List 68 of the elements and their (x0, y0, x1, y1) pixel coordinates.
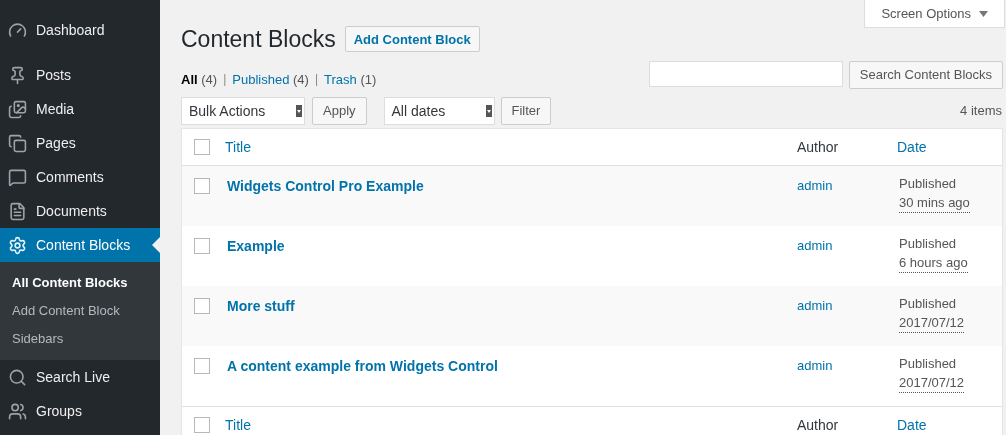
gauge-icon (8, 20, 27, 40)
post-status: Published (899, 355, 958, 373)
menu-item[interactable]: Posts (0, 58, 160, 92)
post-title-link[interactable]: More stuff (227, 296, 797, 317)
checkbox[interactable] (194, 417, 210, 433)
post-status: Published (899, 295, 958, 313)
search-icon (8, 367, 27, 387)
post-status: Published (899, 175, 958, 193)
pointer-icon (152, 237, 160, 253)
column-header[interactable]: Date (897, 414, 927, 435)
post-title-link[interactable]: Widgets Control Pro Example (227, 176, 797, 197)
post-date: 2017/07/12 (899, 374, 965, 393)
menu-item[interactable]: Pages (0, 126, 160, 160)
post-title-link[interactable]: A content example from Widgets Control (227, 356, 797, 377)
post-title-link[interactable]: Example (227, 236, 797, 257)
menu-item[interactable]: Media (0, 92, 160, 126)
pin-icon (8, 65, 27, 85)
submenu-item[interactable]: Add Content Block (0, 297, 160, 325)
author-link[interactable]: admin (797, 236, 899, 256)
checkbox[interactable] (194, 139, 210, 155)
pages-icon (8, 133, 27, 153)
column-header[interactable]: Title (225, 136, 797, 158)
separator: | (223, 71, 227, 89)
caret-icon (485, 105, 492, 117)
view-filter-link[interactable]: Published (4) (232, 69, 309, 89)
speech-bubble-icon (8, 167, 27, 187)
document-icon (8, 201, 27, 221)
menu-item[interactable]: Search Live (0, 360, 160, 394)
add-content-block-button[interactable]: Add Content Block (344, 26, 480, 53)
images-icon (8, 99, 27, 119)
gear-icon (8, 235, 27, 255)
dates-select[interactable]: All dates (383, 97, 495, 125)
page-title: Content Blocks (181, 25, 336, 54)
search-button[interactable]: Search Content Blocks (848, 60, 1003, 89)
post-status: Published (899, 235, 958, 253)
author-link[interactable]: admin (797, 176, 899, 196)
author-link[interactable]: admin (797, 356, 899, 376)
post-date: 6 hours ago (899, 254, 968, 273)
filter-button[interactable]: Filter (500, 97, 552, 125)
bulk-actions-select[interactable]: Bulk Actions (181, 97, 305, 125)
column-header[interactable]: Date (897, 136, 927, 158)
search-field[interactable] (648, 60, 843, 87)
submenu-item[interactable]: All Content Blocks (0, 269, 160, 297)
view-filter-link[interactable]: All (4) (181, 69, 218, 89)
view-filter-link[interactable]: Trash (1) (324, 69, 377, 89)
menu-item[interactable]: Comments (0, 160, 160, 194)
caret-icon (979, 10, 988, 17)
checkbox[interactable] (194, 298, 210, 314)
post-date: 2017/07/12 (899, 314, 965, 333)
submenu-item[interactable]: Sidebars (0, 325, 160, 353)
checkbox[interactable] (194, 358, 210, 374)
column-header: Author (797, 415, 840, 435)
checkbox[interactable] (194, 238, 210, 254)
item-count: 4 items (960, 102, 1002, 121)
menu-item[interactable]: Documents (0, 194, 160, 228)
menu-item[interactable]: Dashboard (0, 13, 160, 47)
author-link[interactable]: admin (797, 296, 899, 316)
menu-item[interactable]: Content Blocks (0, 228, 160, 262)
menu-item[interactable]: Groups (0, 394, 160, 428)
caret-icon (296, 105, 302, 117)
column-header: Author (797, 137, 840, 157)
people-icon (8, 401, 27, 421)
column-header[interactable]: Title (225, 414, 797, 435)
post-date: 30 mins ago (899, 194, 970, 213)
separator: | (314, 71, 318, 89)
checkbox[interactable] (194, 178, 210, 194)
screen-options-tab[interactable]: Screen Options (864, 0, 1005, 28)
apply-button[interactable]: Apply (312, 97, 367, 125)
